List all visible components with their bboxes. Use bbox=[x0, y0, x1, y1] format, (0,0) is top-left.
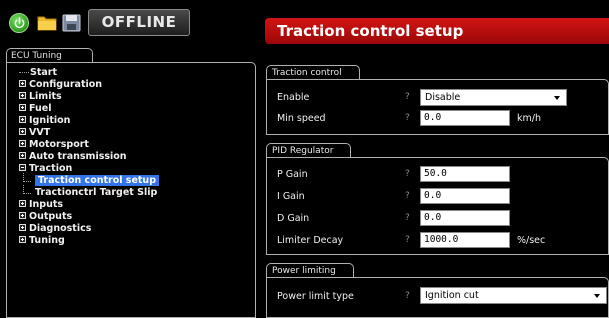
limiter-decay-help-icon[interactable]: ? bbox=[405, 235, 410, 245]
tree-item-label: Tuning bbox=[29, 235, 65, 246]
power-icon[interactable] bbox=[9, 13, 29, 33]
tree-item-label: Outputs bbox=[29, 211, 73, 222]
collapse-icon[interactable] bbox=[19, 164, 26, 171]
p-gain-label: P Gain bbox=[277, 169, 308, 180]
folder-icon[interactable] bbox=[37, 13, 57, 33]
tree-item-label: Ignition bbox=[29, 115, 71, 126]
traction-control-group-label: Traction control bbox=[266, 65, 360, 80]
save-icon[interactable] bbox=[62, 13, 82, 33]
expand-icon[interactable] bbox=[19, 128, 26, 135]
enable-label: Enable bbox=[277, 92, 310, 103]
tree-item-start[interactable]: Start bbox=[19, 67, 159, 79]
limiter-decay-input[interactable]: 1000.0 bbox=[420, 232, 510, 248]
page-title: Traction control setup bbox=[265, 18, 609, 44]
traction-control-group: Enable ? Disable Min speed ? 0.0 km/h bbox=[266, 79, 609, 135]
enable-select[interactable]: Disable bbox=[420, 89, 567, 106]
toolbar: OFFLINE bbox=[0, 0, 260, 44]
expand-icon[interactable] bbox=[19, 116, 26, 123]
power-limit-type-select[interactable]: Ignition cut bbox=[420, 287, 607, 304]
tree-connector bbox=[19, 72, 29, 73]
d-gain-label: D Gain bbox=[277, 213, 310, 224]
power-limit-type-help-icon[interactable]: ? bbox=[405, 291, 410, 301]
tree-item-label: Configuration bbox=[29, 79, 103, 90]
limiter-decay-label: Limiter Decay bbox=[277, 235, 344, 246]
min-speed-help-icon[interactable]: ? bbox=[405, 113, 410, 123]
limiter-decay-unit: %/sec bbox=[517, 235, 546, 246]
tree-item-tuning[interactable]: Tuning bbox=[19, 235, 159, 247]
min-speed-label: Min speed bbox=[277, 113, 326, 124]
expand-icon[interactable] bbox=[19, 236, 26, 243]
i-gain-input[interactable]: 0.0 bbox=[420, 188, 510, 204]
ecu-tuning-tab[interactable]: ECU Tuning bbox=[6, 48, 93, 63]
expand-icon[interactable] bbox=[19, 152, 26, 159]
tree-item-outputs[interactable]: Outputs bbox=[19, 211, 159, 223]
expand-icon[interactable] bbox=[19, 80, 26, 87]
tree-item-limits[interactable]: Limits bbox=[19, 91, 159, 103]
navigation-tree: Start Configuration Limits Fuel Ignition VVT M… bbox=[19, 67, 159, 247]
tree-item-inputs[interactable]: Inputs bbox=[19, 199, 159, 211]
expand-icon[interactable] bbox=[19, 212, 26, 219]
tree-connector bbox=[23, 173, 31, 182]
power-limit-type-label: Power limit type bbox=[277, 291, 354, 302]
tree-item-label: Motorsport bbox=[29, 139, 89, 150]
tree-item-motorsport[interactable]: Motorsport bbox=[19, 139, 159, 151]
tree-connector bbox=[23, 185, 31, 194]
tree-item-label: Limits bbox=[29, 91, 62, 102]
power-limiting-group: Power limit type ? Ignition cut bbox=[266, 277, 609, 318]
tree-item-traction[interactable]: Traction bbox=[19, 163, 159, 175]
tree-item-ignition[interactable]: Ignition bbox=[19, 115, 159, 127]
tree-item-vvt[interactable]: VVT bbox=[19, 127, 159, 139]
power-limiting-group-label: Power limiting bbox=[266, 263, 354, 278]
tree-item-auto-transmission[interactable]: Auto transmission bbox=[19, 151, 159, 163]
tree-item-diagnostics[interactable]: Diagnostics bbox=[19, 223, 159, 235]
offline-status-button[interactable]: OFFLINE bbox=[88, 9, 190, 36]
tree-item-traction-control-setup[interactable]: Traction control setup bbox=[19, 173, 159, 187]
tree-item-tractionctrl-target-slip[interactable]: Tractionctrl Target Slip bbox=[19, 185, 159, 199]
tree-item-label: Start bbox=[30, 67, 58, 78]
tree-item-fuel[interactable]: Fuel bbox=[19, 103, 159, 115]
min-speed-input[interactable]: 0.0 bbox=[420, 110, 510, 126]
tree-item-configuration[interactable]: Configuration bbox=[19, 79, 159, 91]
tree-item-label: VVT bbox=[29, 127, 51, 138]
chevron-down-icon bbox=[594, 294, 600, 298]
tree-item-label: Traction bbox=[29, 163, 73, 174]
tree-item-label: Tractionctrl Target Slip bbox=[35, 187, 158, 198]
p-gain-input[interactable]: 50.0 bbox=[420, 166, 510, 182]
tree-item-label: Inputs bbox=[29, 199, 64, 210]
i-gain-help-icon[interactable]: ? bbox=[405, 191, 410, 201]
expand-icon[interactable] bbox=[19, 140, 26, 147]
chevron-down-icon bbox=[554, 96, 560, 100]
ecu-tuning-panel: Start Configuration Limits Fuel Ignition VVT M… bbox=[6, 62, 256, 318]
p-gain-help-icon[interactable]: ? bbox=[405, 169, 410, 179]
expand-icon[interactable] bbox=[19, 104, 26, 111]
tree-item-label: Traction control setup bbox=[35, 175, 159, 186]
expand-icon[interactable] bbox=[19, 224, 26, 231]
enable-help-icon[interactable]: ? bbox=[405, 92, 410, 102]
i-gain-label: I Gain bbox=[277, 191, 305, 202]
min-speed-unit: km/h bbox=[517, 113, 541, 124]
d-gain-input[interactable]: 0.0 bbox=[420, 210, 510, 226]
tree-item-label: Auto transmission bbox=[29, 151, 127, 162]
expand-icon[interactable] bbox=[19, 200, 26, 207]
pid-regulator-group-label: PID Regulator bbox=[266, 143, 351, 158]
d-gain-help-icon[interactable]: ? bbox=[405, 213, 410, 223]
tree-item-label: Fuel bbox=[29, 103, 52, 114]
pid-regulator-group: P Gain ? 50.0 I Gain ? 0.0 D Gain ? 0.0 … bbox=[266, 157, 609, 255]
expand-icon[interactable] bbox=[19, 92, 26, 99]
tree-item-label: Diagnostics bbox=[29, 223, 92, 234]
